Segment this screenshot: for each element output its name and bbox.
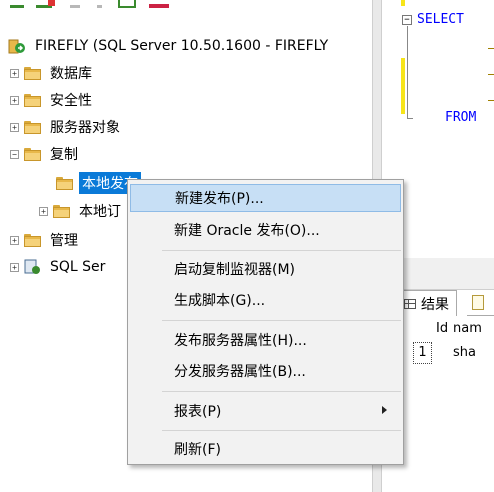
- folder-icon: [53, 204, 70, 218]
- submenu-arrow-icon: [382, 406, 387, 414]
- menu-item-label: 新建发布(P)...: [175, 191, 264, 207]
- tree-node-server[interactable]: FIREFLY (SQL Server 10.50.1600 - FIREFLY: [8, 34, 331, 58]
- tree-label-sql-server-agent: SQL Ser: [50, 259, 106, 275]
- row-number-cell[interactable]: 1: [413, 342, 432, 364]
- context-menu: 新建发布(P)... 新建 Oracle 发布(O)... 启动复制监视器(M)…: [127, 179, 404, 465]
- text-overflow-mark: [488, 74, 494, 75]
- server-icon: [8, 39, 25, 54]
- folder-icon: [24, 147, 41, 161]
- column-header-id[interactable]: Id: [436, 318, 448, 340]
- folder-icon: [24, 66, 41, 80]
- tree-node-management[interactable]: + 管理: [10, 228, 81, 252]
- tree-node-local-subscriptions[interactable]: + 本地订: [39, 199, 124, 223]
- menu-separator: [162, 391, 401, 392]
- tree-label-security: 安全性: [50, 93, 92, 109]
- tree-label-server-objects: 服务器对象: [50, 120, 120, 136]
- menu-separator: [162, 320, 401, 321]
- folder-icon: [24, 93, 41, 107]
- tree-node-sql-server-agent[interactable]: + SQL Ser: [10, 255, 108, 279]
- menu-separator: [162, 250, 401, 251]
- table-cell[interactable]: sha: [453, 342, 476, 364]
- explorer-toolbar: [0, 0, 372, 24]
- tree-node-server-objects[interactable]: + 服务器对象: [10, 115, 123, 139]
- menu-item-refresh[interactable]: 刷新(F): [130, 435, 401, 463]
- menu-item-label: 新建 Oracle 发布(O)...: [174, 223, 320, 239]
- menu-item-launch-replication-monitor[interactable]: 启动复制监视器(M): [130, 255, 401, 283]
- folder-icon: [24, 233, 41, 247]
- menu-item-label: 报表(P): [174, 404, 222, 420]
- text-overflow-mark: [488, 100, 494, 101]
- menu-item-label: 发布服务器属性(H)...: [174, 333, 307, 349]
- menu-item-reports[interactable]: 报表(P): [130, 397, 401, 425]
- expand-icon[interactable]: +: [10, 95, 19, 105]
- folder-icon: [56, 176, 73, 190]
- server-label: FIREFLY (SQL Server 10.50.1600 - FIREFLY: [35, 38, 329, 54]
- menu-item-label: 启动复制监视器(M): [174, 262, 296, 278]
- menu-item-label: 分发服务器属性(B)...: [174, 364, 306, 380]
- tree-label-replication: 复制: [50, 147, 78, 163]
- text-overflow-mark: [488, 48, 494, 49]
- stop-icon[interactable]: [70, 0, 80, 8]
- refresh-icon[interactable]: [118, 0, 136, 8]
- tab-messages[interactable]: [467, 290, 494, 316]
- menu-item-publisher-properties[interactable]: 发布服务器属性(H)...: [130, 326, 401, 354]
- menu-item-new-publication[interactable]: 新建发布(P)...: [130, 184, 401, 212]
- expand-icon[interactable]: +: [10, 262, 19, 272]
- column-header-name[interactable]: nam: [453, 318, 482, 340]
- disconnect-icon[interactable]: [36, 0, 55, 8]
- fold-line-end: [407, 118, 413, 119]
- summary-icon[interactable]: [149, 0, 169, 8]
- messages-icon: [472, 295, 484, 310]
- expand-icon[interactable]: +: [10, 235, 19, 245]
- connect-icon[interactable]: [10, 0, 24, 8]
- keyword-select: SELECT: [417, 12, 464, 27]
- tree-node-databases[interactable]: + 数据库: [10, 61, 95, 85]
- filter-icon[interactable]: [97, 0, 102, 8]
- tab-results-label: 结果: [421, 296, 449, 313]
- keyword-from: FROM: [445, 110, 477, 125]
- expand-icon[interactable]: +: [39, 206, 48, 216]
- menu-item-label: 刷新(F): [174, 442, 221, 458]
- tree-label-local-subscriptions: 本地订: [79, 204, 121, 220]
- tree-node-security[interactable]: + 安全性: [10, 88, 95, 112]
- expand-icon[interactable]: +: [10, 122, 19, 132]
- tree-label-databases: 数据库: [50, 66, 92, 82]
- expand-icon[interactable]: +: [10, 68, 19, 78]
- collapse-icon[interactable]: −: [402, 15, 412, 25]
- agent-icon: [24, 259, 40, 274]
- menu-item-generate-scripts[interactable]: 生成脚本(G)...: [130, 286, 401, 314]
- grid-icon: [404, 298, 416, 309]
- tree-node-replication[interactable]: − 复制: [10, 142, 81, 166]
- change-margin-bar: [401, 0, 405, 6]
- fold-line: [407, 26, 408, 118]
- tab-results[interactable]: 结果: [396, 290, 457, 316]
- folder-icon: [24, 120, 41, 134]
- menu-item-new-oracle-publication[interactable]: 新建 Oracle 发布(O)...: [130, 216, 401, 244]
- menu-item-distributor-properties[interactable]: 分发服务器属性(B)...: [130, 357, 401, 385]
- collapse-icon[interactable]: −: [10, 149, 19, 159]
- menu-item-label: 生成脚本(G)...: [174, 293, 266, 309]
- change-margin-bar: [401, 58, 405, 114]
- menu-separator: [162, 430, 401, 431]
- tree-label-management: 管理: [50, 233, 78, 249]
